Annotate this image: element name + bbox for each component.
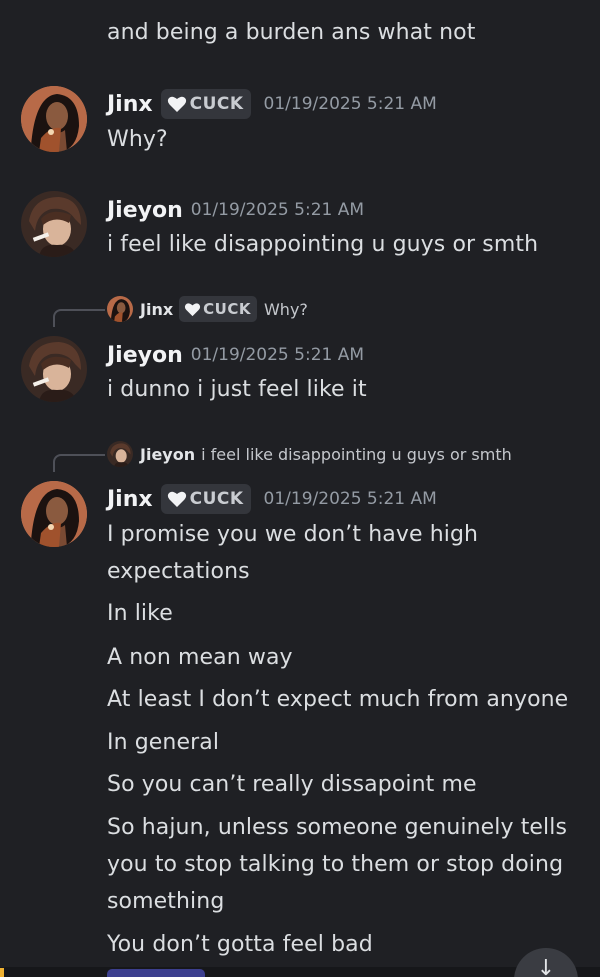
role-tag-label: CUCK: [189, 489, 244, 509]
reply-avatar: [107, 441, 133, 467]
role-tag[interactable]: CUCK: [160, 89, 251, 119]
message-text: In general: [107, 730, 220, 755]
timestamp[interactable]: 01/19/2025 5:21 AM: [191, 200, 364, 220]
reply-snippet: Why?: [263, 299, 308, 319]
chat-view: and being a burden ans what not Jinx CUC…: [0, 0, 600, 977]
reply-author: Jieyon: [140, 444, 196, 464]
username[interactable]: Jieyon: [107, 343, 183, 368]
message-header: Jinx CUCK 01/19/2025 5:21 AM: [107, 88, 437, 120]
reply-avatar: [107, 296, 133, 322]
reply-connector: [53, 454, 105, 472]
avatar-jieyon-mini-image: [107, 441, 133, 467]
reply-connector: [53, 309, 105, 327]
reply-author: Jinx: [140, 299, 174, 319]
message-text: I promise you we don’t have high: [107, 522, 479, 547]
reply-preview[interactable]: Jinx CUCK Why?: [107, 296, 308, 322]
avatar-jieyon[interactable]: [21, 336, 87, 402]
reply-role-tag: CUCK: [179, 296, 257, 322]
avatar-jinx[interactable]: [21, 481, 87, 547]
message-text: i dunno i just feel like it: [107, 377, 367, 402]
heart-icon: [167, 96, 186, 112]
avatar-jinx[interactable]: [21, 86, 87, 152]
avatar-jinx-image: [21, 86, 87, 152]
message-text: You don’t gotta feel bad: [107, 932, 373, 957]
message-text: In like: [107, 601, 173, 626]
arrow-down-icon: ↓: [536, 956, 556, 977]
message-text: you to stop talking to them or stop doin…: [107, 852, 564, 877]
heart-icon: [185, 302, 201, 316]
message-text: So you can’t really dissapoint me: [107, 772, 477, 797]
message-text: At least I don’t expect much from anyone: [107, 687, 569, 712]
role-tag-label: CUCK: [203, 300, 251, 318]
avatar-jieyon[interactable]: [21, 191, 87, 257]
username[interactable]: Jinx: [107, 487, 153, 512]
message-text: expectations: [107, 559, 250, 584]
message-text: A non mean way: [107, 645, 293, 670]
unread-indicator: [0, 968, 4, 977]
avatar-jinx-mini-image: [107, 296, 133, 322]
message-header: Jinx CUCK 01/19/2025 5:21 AM: [107, 483, 437, 515]
heart-icon: [167, 491, 186, 507]
new-messages-pill[interactable]: [107, 969, 205, 977]
message-header: Jieyon 01/19/2025 5:21 AM: [107, 194, 364, 226]
avatar-jieyon-image: [21, 191, 87, 257]
reply-preview[interactable]: Jieyon i feel like disappointing u guys …: [107, 441, 512, 467]
message-text: i feel like disappointing u guys or smth: [107, 232, 539, 257]
message-header: Jieyon 01/19/2025 5:21 AM: [107, 339, 364, 371]
reply-snippet: i feel like disappointing u guys or smth: [201, 444, 512, 464]
role-tag[interactable]: CUCK: [160, 484, 251, 514]
username[interactable]: Jieyon: [107, 198, 183, 223]
message-text: Why?: [107, 127, 168, 152]
timestamp[interactable]: 01/19/2025 5:21 AM: [264, 94, 437, 114]
jump-to-present-button[interactable]: ↓: [514, 948, 578, 977]
message-text: and being a burden ans what not: [107, 20, 476, 45]
role-tag-label: CUCK: [189, 94, 244, 114]
message-text: So hajun, unless someone genuinely tells: [107, 815, 568, 840]
username[interactable]: Jinx: [107, 92, 153, 117]
avatar-jieyon-image: [21, 336, 87, 402]
composer-bar: [0, 967, 600, 977]
message-text: something: [107, 889, 225, 914]
avatar-jinx-image: [21, 481, 87, 547]
timestamp[interactable]: 01/19/2025 5:21 AM: [264, 489, 437, 509]
timestamp[interactable]: 01/19/2025 5:21 AM: [191, 345, 364, 365]
